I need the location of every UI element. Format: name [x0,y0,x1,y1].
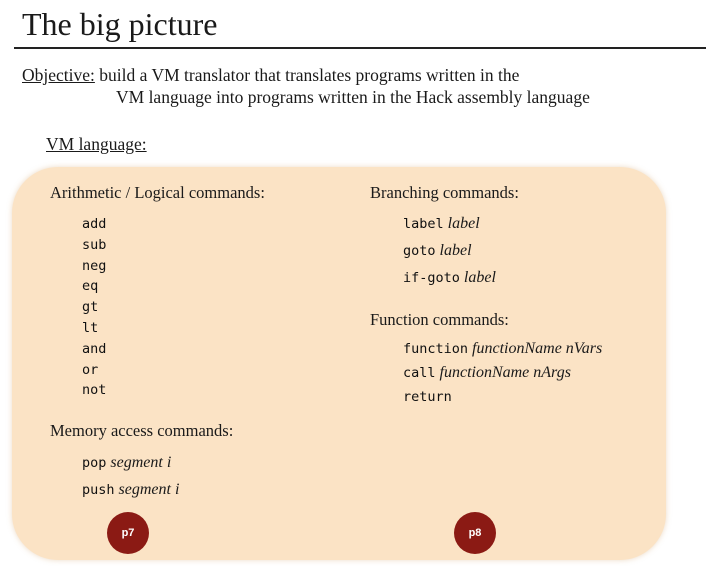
command-argument: label [439,242,472,259]
memory-title: Memory access commands: [50,421,234,440]
command-or: or [82,361,99,378]
slide-title: The big picture [22,6,218,42]
command-gt: gt [82,299,99,316]
page-badge-p8[interactable]: p8 [454,512,496,554]
title-divider [14,47,706,49]
function-title: Function commands: [370,310,509,329]
command-keyword: return [403,389,452,405]
arithmetic-title: Arithmetic / Logical commands: [50,183,265,202]
objective-line-2: VM language into programs written in the… [116,87,590,107]
command-argument: segment i [110,454,172,471]
objective-label: Objective: [22,65,95,85]
command-neg: neg [82,257,107,274]
command-keyword: pop [82,455,107,471]
command-keyword: function [403,341,469,357]
command-argument: label [447,215,480,232]
branching-title: Branching commands: [370,183,519,202]
command-argument: label [463,269,496,286]
command-not: not [82,382,107,399]
command-keyword: push [82,482,115,498]
vm-language-heading: VM language: [46,134,147,154]
command-and: and [82,340,107,357]
command-keyword: if-goto [403,270,460,286]
command-call: call functionName nArgs [403,362,602,386]
command-eq: eq [82,278,99,295]
command-argument: functionName nArgs [439,364,571,381]
command-function: function functionName nVars [403,338,602,362]
command-label: label label [403,213,496,240]
command-keyword: label [403,216,444,232]
command-keyword: goto [403,243,436,259]
command-pop: pop segment i [82,452,179,479]
function-command-list: function functionName nVars call functio… [403,338,602,406]
command-argument: segment i [118,481,180,498]
command-keyword: call [403,365,436,381]
page-badge-p7[interactable]: p7 [107,512,149,554]
command-argument: functionName nVars [472,340,603,357]
command-add: add [82,216,107,232]
memory-command-list: pop segment i push segment i [82,452,179,506]
branching-command-list: label label goto label if-goto label [403,213,496,294]
command-push: push segment i [82,479,179,506]
command-lt: lt [82,319,99,336]
command-sub: sub [82,236,107,253]
command-goto: goto label [403,240,496,267]
arithmetic-command-list: add sub neg eq gt lt and or not [82,214,106,401]
objective-text: Objective: build a VM translator that tr… [22,64,590,108]
command-if-goto: if-goto label [403,267,496,294]
command-return: return [403,386,602,406]
objective-line-1: build a VM translator that translates pr… [99,65,520,85]
